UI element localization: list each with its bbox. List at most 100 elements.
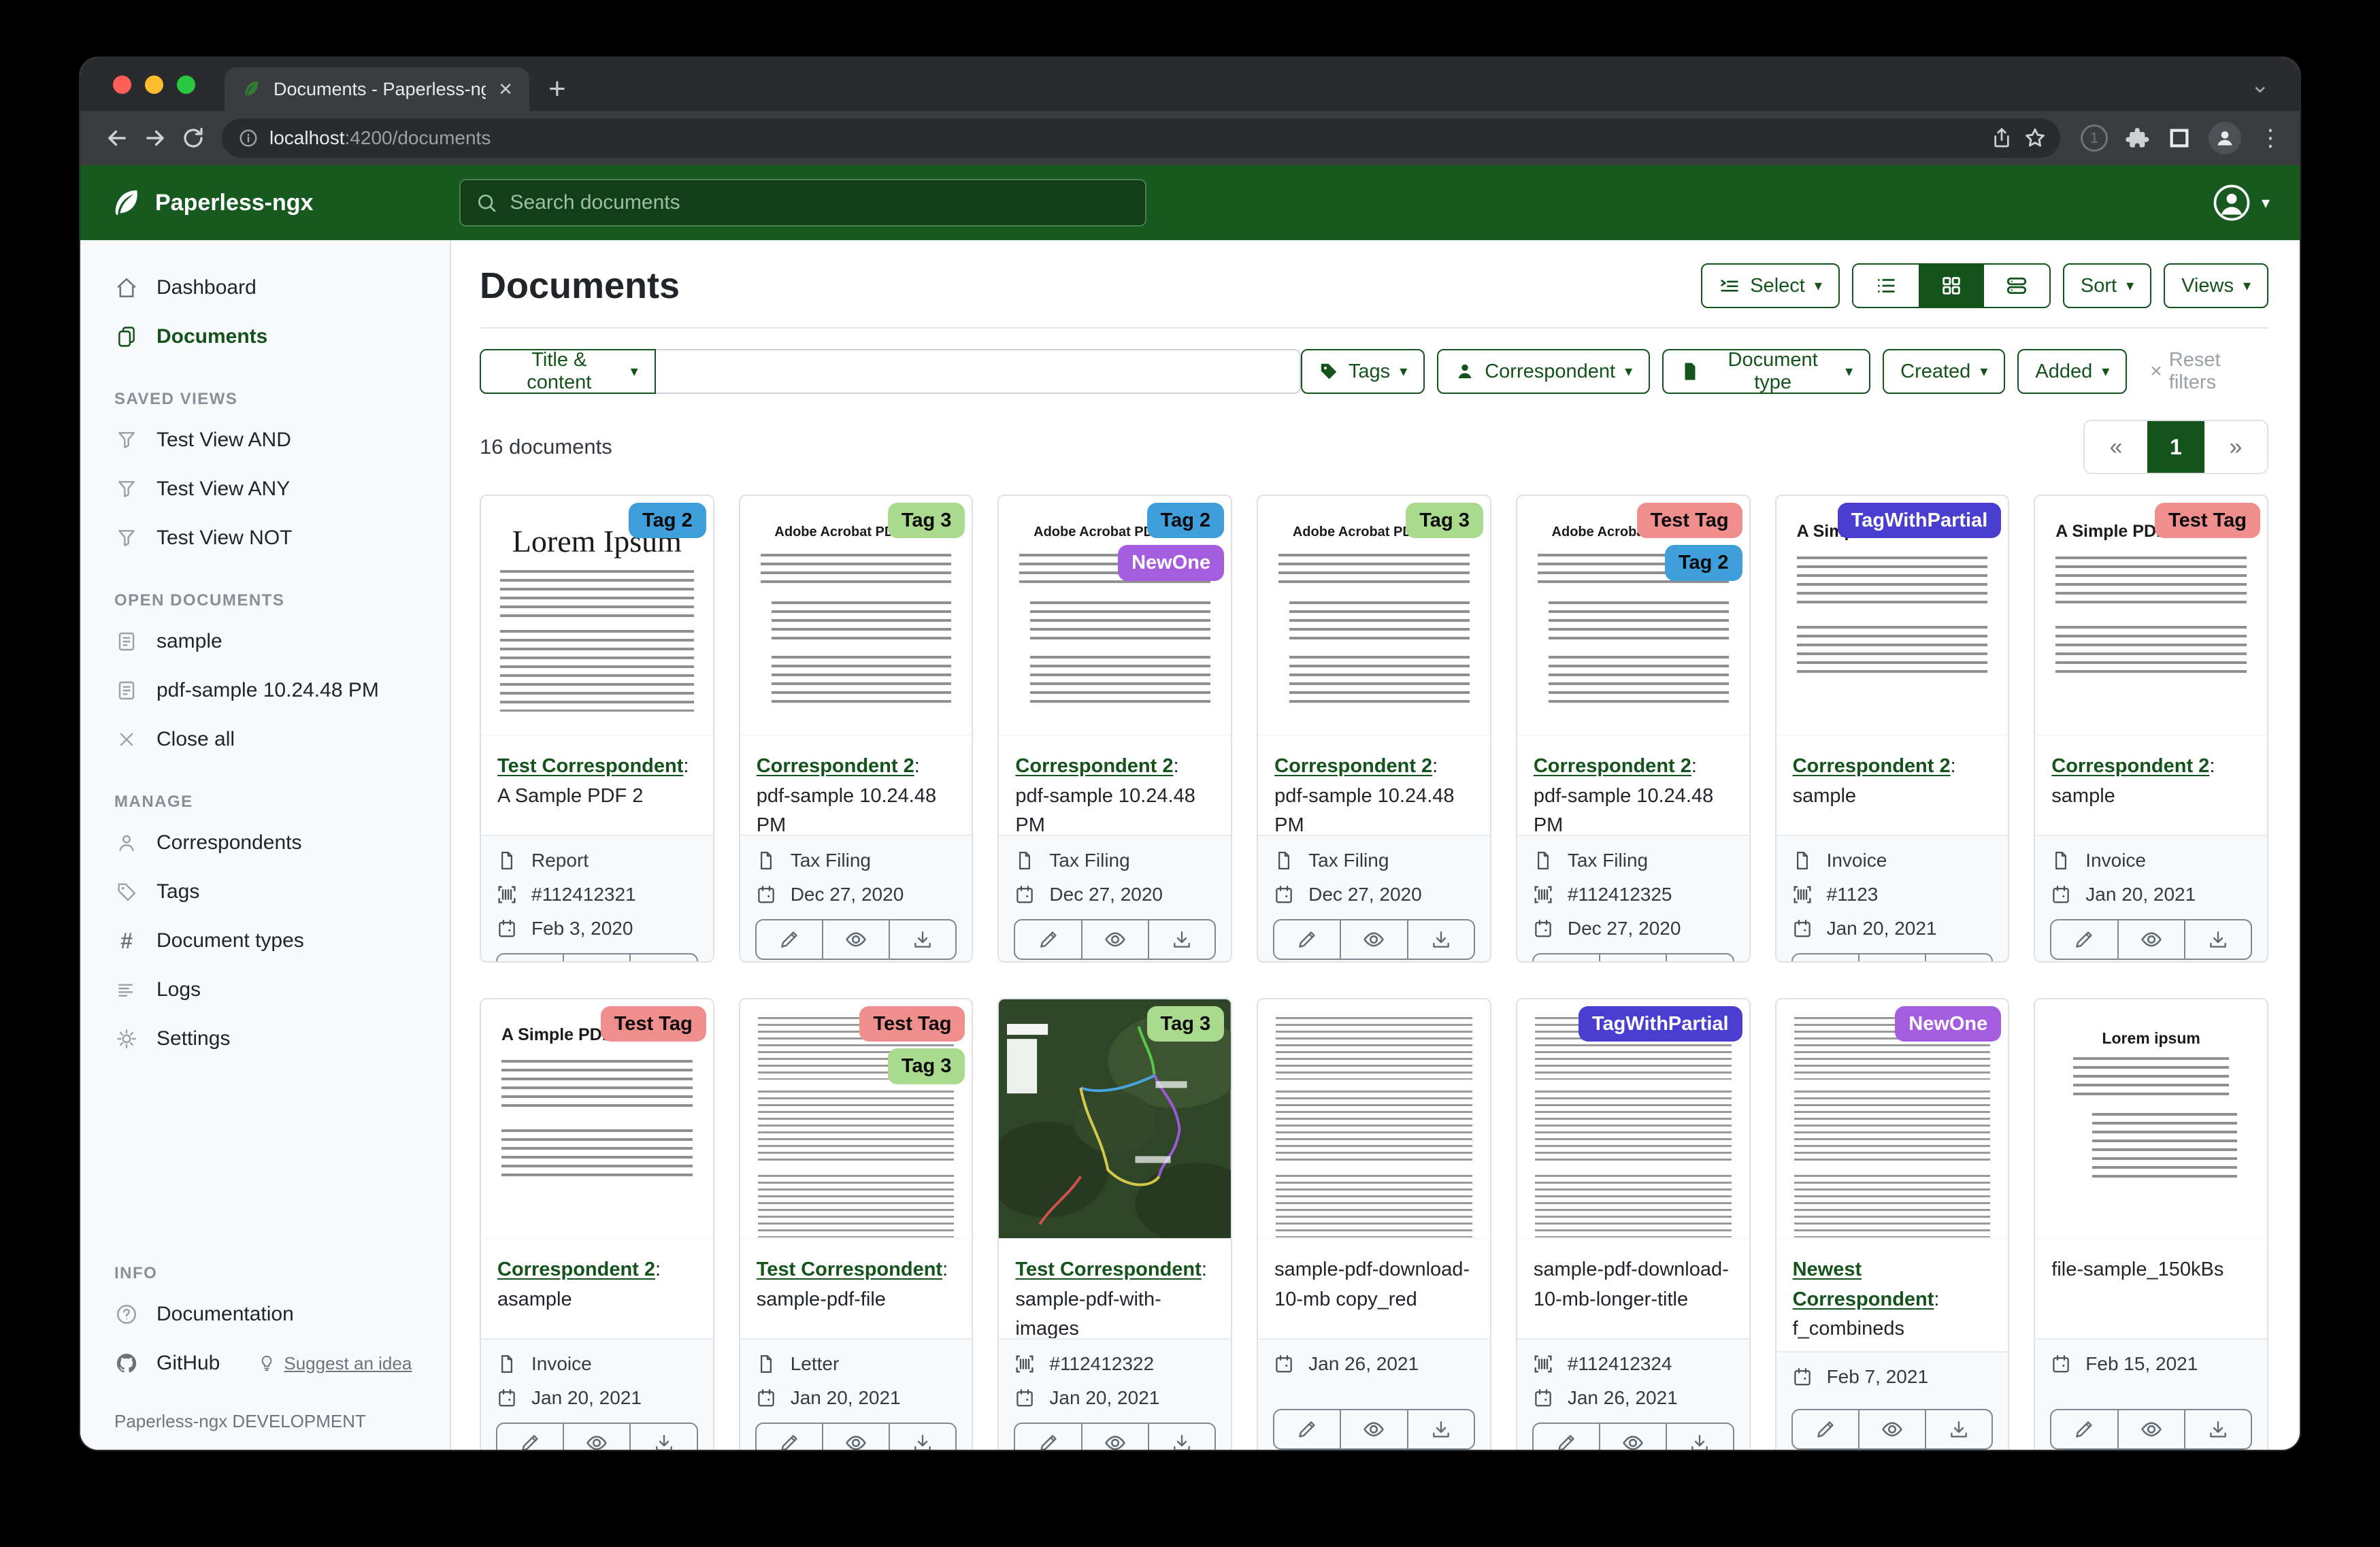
document-thumbnail[interactable] — [1258, 999, 1490, 1239]
sort-button[interactable]: Sort ▾ — [2063, 263, 2151, 308]
download-button[interactable] — [1148, 1423, 1216, 1450]
title-content-filter-input[interactable] — [656, 349, 1301, 394]
search-input[interactable] — [510, 191, 1130, 214]
sidebar-item-settings[interactable]: Settings — [80, 1014, 450, 1063]
view-button[interactable] — [1599, 953, 1667, 963]
back-icon[interactable] — [98, 119, 136, 157]
view-button[interactable] — [822, 919, 890, 960]
extension-one-icon[interactable]: 1 — [2081, 124, 2108, 152]
download-button[interactable] — [889, 919, 957, 960]
view-button[interactable] — [822, 1423, 890, 1450]
tag-badge[interactable]: Tag 3 — [1406, 503, 1483, 538]
sidebar-item-document-types[interactable]: # Document types — [80, 916, 450, 965]
document-thumbnail[interactable]: TagWithPartial A Simple PDF File — [1776, 496, 2009, 735]
sidebar-item-close-all[interactable]: Close all — [80, 715, 450, 764]
correspondent-link[interactable]: Correspondent 2 — [1793, 755, 1951, 777]
download-button[interactable] — [1925, 953, 1993, 963]
document-thumbnail[interactable]: Test Tag Tag 3 — [740, 999, 972, 1239]
reset-filters-link[interactable]: × Reset filters — [2150, 349, 2268, 394]
document-thumbnail[interactable]: NewOne — [1776, 999, 2009, 1239]
tag-badge[interactable]: Tag 2 — [1665, 545, 1742, 580]
download-button[interactable] — [889, 1423, 957, 1450]
edit-button[interactable] — [1791, 953, 1860, 963]
edit-button[interactable] — [1791, 1409, 1860, 1450]
correspondent-link[interactable]: Correspondent 2 — [1534, 755, 1691, 777]
document-thumbnail[interactable]: Tag 3 Adobe Acrobat PDF Files — [740, 496, 972, 735]
view-button[interactable] — [1340, 919, 1408, 960]
edit-button[interactable] — [2050, 919, 2118, 960]
view-button[interactable] — [1599, 1423, 1667, 1450]
browser-profile-avatar[interactable] — [2209, 122, 2241, 154]
view-list-button[interactable] — [1853, 265, 1919, 307]
download-button[interactable] — [629, 953, 697, 963]
download-button[interactable] — [1666, 953, 1734, 963]
tag-badge[interactable]: NewOne — [1895, 1006, 2001, 1042]
tab-search-chevron-icon[interactable]: ⌄ — [2251, 71, 2270, 99]
zoom-window-button[interactable] — [177, 76, 195, 94]
sidebar-item-dashboard[interactable]: Dashboard — [80, 263, 450, 312]
download-button[interactable] — [1407, 919, 1475, 960]
tag-badge[interactable]: Tag 3 — [888, 1048, 965, 1084]
edit-button[interactable] — [496, 953, 564, 963]
tag-badge[interactable]: Test Tag — [859, 1006, 965, 1042]
sidebar-item-saved-view-any[interactable]: Test View ANY — [80, 465, 450, 514]
tag-badge[interactable]: Test Tag — [601, 1006, 706, 1042]
view-button[interactable] — [1858, 1409, 1926, 1450]
document-thumbnail[interactable]: Tag 2 Lorem Ipsum — [481, 496, 713, 735]
forward-icon[interactable] — [136, 119, 174, 157]
current-page-button[interactable]: 1 — [2147, 421, 2204, 473]
view-button[interactable] — [563, 1423, 631, 1450]
created-filter-button[interactable]: Created ▾ — [1883, 349, 2005, 394]
view-button[interactable] — [1340, 1409, 1408, 1450]
previous-page-button[interactable]: « — [2085, 421, 2147, 473]
download-button[interactable] — [2184, 1409, 2252, 1450]
views-button[interactable]: Views ▾ — [2164, 263, 2268, 308]
view-button[interactable] — [2117, 1409, 2185, 1450]
next-page-button[interactable]: » — [2204, 421, 2267, 473]
document-thumbnail[interactable]: Test Tag A Simple PDF File — [481, 999, 713, 1239]
sidebar-item-logs[interactable]: Logs — [80, 965, 450, 1014]
view-button[interactable] — [1081, 919, 1149, 960]
global-search[interactable] — [459, 179, 1146, 227]
tag-badge[interactable]: Tag 2 — [1147, 503, 1225, 538]
side-panel-icon[interactable] — [2168, 127, 2191, 150]
download-button[interactable] — [1407, 1409, 1475, 1450]
sidebar-item-documentation[interactable]: Documentation — [80, 1290, 450, 1339]
select-button[interactable]: Select ▾ — [1701, 263, 1840, 308]
view-button[interactable] — [1081, 1423, 1149, 1450]
correspondent-link[interactable]: Correspondent 2 — [757, 755, 914, 777]
tag-badge[interactable]: Tag 3 — [888, 503, 965, 538]
correspondent-link[interactable]: Correspondent 2 — [1274, 755, 1432, 777]
document-thumbnail[interactable]: Tag 3 Adobe Acrobat PDF Files — [1258, 496, 1490, 735]
bookmark-star-icon[interactable] — [2023, 127, 2047, 150]
edit-button[interactable] — [1532, 953, 1600, 963]
correspondent-filter-button[interactable]: Correspondent ▾ — [1437, 349, 1650, 394]
document-thumbnail[interactable]: Lorem ipsum — [2035, 999, 2267, 1239]
edit-button[interactable] — [1273, 1409, 1341, 1450]
download-button[interactable] — [1666, 1423, 1734, 1450]
correspondent-link[interactable]: Correspondent 2 — [2051, 755, 2209, 777]
edit-button[interactable] — [755, 1423, 823, 1450]
tags-filter-button[interactable]: Tags ▾ — [1301, 349, 1425, 394]
edit-button[interactable] — [1532, 1423, 1600, 1450]
correspondent-link[interactable]: Test Correspondent — [497, 755, 683, 777]
correspondent-link[interactable]: Test Correspondent — [1015, 1259, 1201, 1280]
correspondent-link[interactable]: Newest Correspondent — [1793, 1259, 1934, 1310]
download-button[interactable] — [1148, 919, 1216, 960]
document-thumbnail[interactable]: TagWithPartial — [1517, 999, 1749, 1239]
sidebar-item-correspondents[interactable]: Correspondents — [80, 818, 450, 867]
site-info-icon[interactable] — [238, 128, 259, 148]
sidebar-item-open-doc-pdf-sample[interactable]: pdf-sample 10.24.48 PM — [80, 666, 450, 715]
document-thumbnail[interactable]: Test TagTag 2 Adobe Acrobat PDF Files — [1517, 496, 1749, 735]
edit-button[interactable] — [1014, 919, 1082, 960]
minimize-window-button[interactable] — [145, 76, 163, 94]
document-thumbnail[interactable]: Tag 3 — [999, 999, 1231, 1239]
close-window-button[interactable] — [113, 76, 131, 94]
edit-button[interactable] — [755, 919, 823, 960]
sidebar-item-saved-view-not[interactable]: Test View NOT — [80, 514, 450, 563]
tab-close-icon[interactable]: ✕ — [498, 79, 513, 100]
download-button[interactable] — [629, 1423, 697, 1450]
sidebar-item-open-doc-sample[interactable]: sample — [80, 617, 450, 666]
correspondent-link[interactable]: Test Correspondent — [757, 1259, 942, 1280]
edit-button[interactable] — [496, 1423, 564, 1450]
